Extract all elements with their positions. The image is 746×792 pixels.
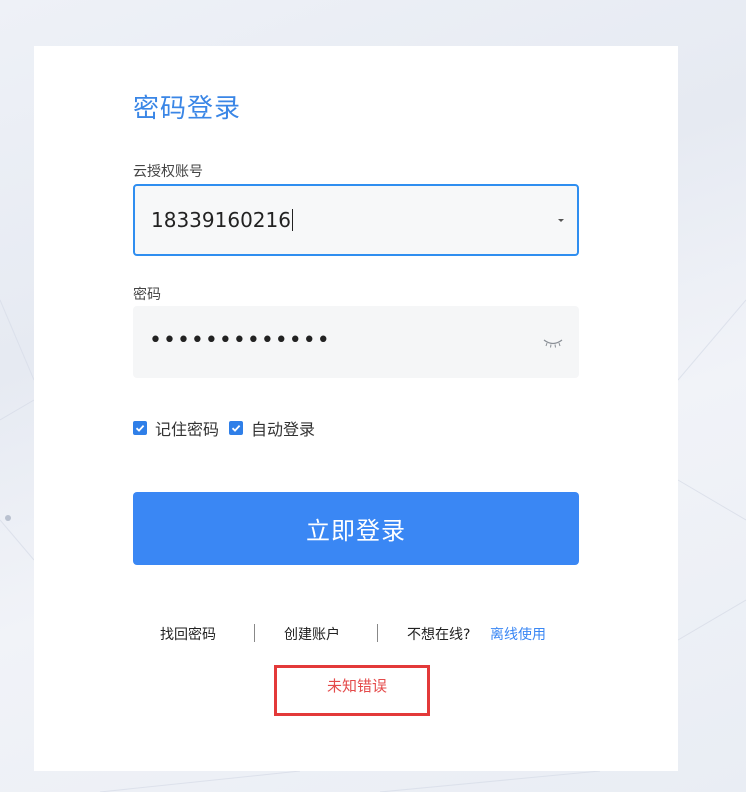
- account-input[interactable]: 18339160216: [133, 184, 579, 256]
- remember-password-label: 记住密码: [155, 420, 220, 439]
- login-options: 记住密码 自动登录: [133, 416, 325, 440]
- divider: [254, 624, 255, 642]
- auto-login-checkbox[interactable]: 自动登录: [229, 416, 315, 440]
- dropdown-arrow-icon[interactable]: [558, 219, 564, 222]
- error-message: 未知错误: [327, 677, 388, 695]
- password-label: 密码: [133, 287, 161, 303]
- offline-use-link[interactable]: 离线使用: [490, 624, 546, 644]
- login-card: 密码登录 云授权账号 18339160216 密码 ••••••••••••• …: [34, 46, 678, 771]
- divider: [377, 624, 378, 642]
- text-cursor: [291, 209, 293, 231]
- checkbox-checked-icon: [229, 421, 244, 435]
- account-label: 云授权账号: [133, 164, 203, 180]
- checkbox-checked-icon: [133, 421, 147, 435]
- login-button[interactable]: 立即登录: [133, 492, 579, 565]
- account-value: 18339160216: [151, 208, 293, 232]
- page-title: 密码登录: [133, 94, 242, 124]
- password-input[interactable]: •••••••••••••: [133, 306, 579, 378]
- auto-login-label: 自动登录: [251, 420, 316, 439]
- offline-prompt-text: 不想在线?: [407, 627, 471, 643]
- footer-links: 找回密码 创建账户 不想在线? 离线使用: [34, 622, 678, 644]
- password-value: •••••••••••••: [149, 328, 331, 353]
- create-account-link[interactable]: 创建账户: [284, 624, 340, 644]
- eye-closed-icon[interactable]: [543, 334, 563, 353]
- remember-password-checkbox[interactable]: 记住密码: [133, 416, 219, 440]
- forgot-password-link[interactable]: 找回密码: [160, 624, 216, 644]
